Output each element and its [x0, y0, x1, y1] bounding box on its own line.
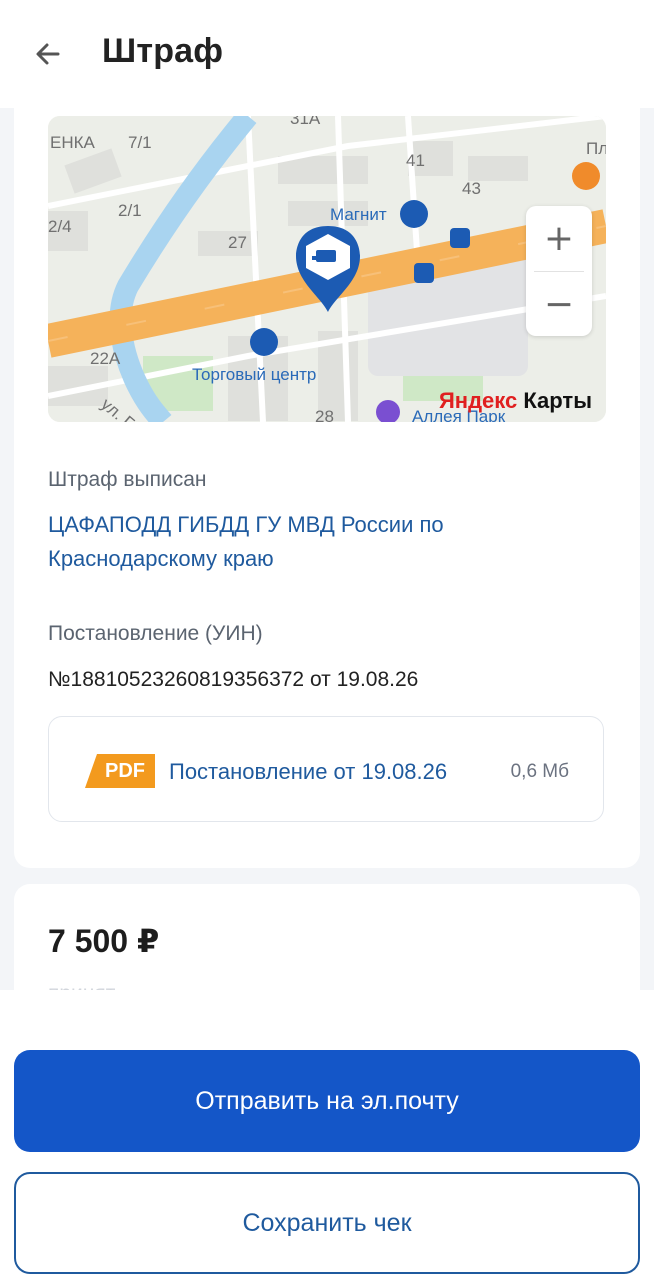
document-title: Постановление от 19.08.26 [169, 759, 448, 784]
logo-part-2: Карты [517, 388, 592, 413]
map-label: ЕНКА [50, 133, 96, 152]
issued-by-label: Штраф выписан [48, 468, 207, 491]
zoom-out-button[interactable]: − [526, 272, 592, 336]
zoom-in-button[interactable]: + [526, 206, 592, 270]
resolution-label: Постановление (УИН) [48, 622, 263, 645]
back-button[interactable] [24, 30, 72, 78]
map-label: Пл [586, 139, 606, 158]
yandex-maps-logo[interactable]: Яндекс Карты [439, 388, 592, 414]
map-label: 7/1 [128, 133, 152, 152]
fine-details-card: ЕНКА 7/1 2/1 2/4 31А 41 43 27 22А 28 ул.… [14, 100, 640, 868]
map-label: 28 [315, 407, 334, 422]
map-label: 2/4 [48, 217, 72, 236]
save-receipt-button[interactable]: Сохранить чек [14, 1172, 640, 1274]
issued-by-link[interactable]: ЦАФАПОДД ГИБДД ГУ МВД России по Краснода… [48, 508, 568, 576]
map[interactable]: ЕНКА 7/1 2/1 2/4 31А 41 43 27 22А 28 ул.… [48, 116, 606, 422]
map-poi-magnit: Магнит [330, 205, 387, 224]
resolution-number: №18810523260819356372 от 19.08.26 [48, 668, 419, 691]
map-canvas: ЕНКА 7/1 2/1 2/4 31А 41 43 27 22А 28 ул.… [48, 116, 606, 422]
app-header: Штраф [0, 0, 654, 108]
page-title: Штраф [102, 32, 224, 70]
resolution-document[interactable]: PDF Постановление от 19.08.26 0,6 Мб [48, 716, 604, 822]
pdf-badge-label: PDF [105, 760, 145, 782]
map-label: 22А [90, 349, 121, 368]
map-poi-mall: Торговый центр [192, 365, 316, 384]
logo-part-1: Яндекс [438, 388, 518, 413]
fine-amount: 7 500 ₽ [48, 923, 160, 959]
map-label: 31А [290, 116, 321, 128]
arrow-left-icon [36, 43, 60, 65]
map-label: 43 [462, 179, 481, 198]
map-label: 41 [406, 151, 425, 170]
send-email-button[interactable]: Отправить на эл.почту [14, 1050, 640, 1152]
map-label: 27 [228, 233, 247, 252]
map-zoom-control: + − [526, 206, 592, 336]
map-label: 2/1 [118, 201, 142, 220]
document-size: 0,6 Мб [510, 761, 569, 782]
